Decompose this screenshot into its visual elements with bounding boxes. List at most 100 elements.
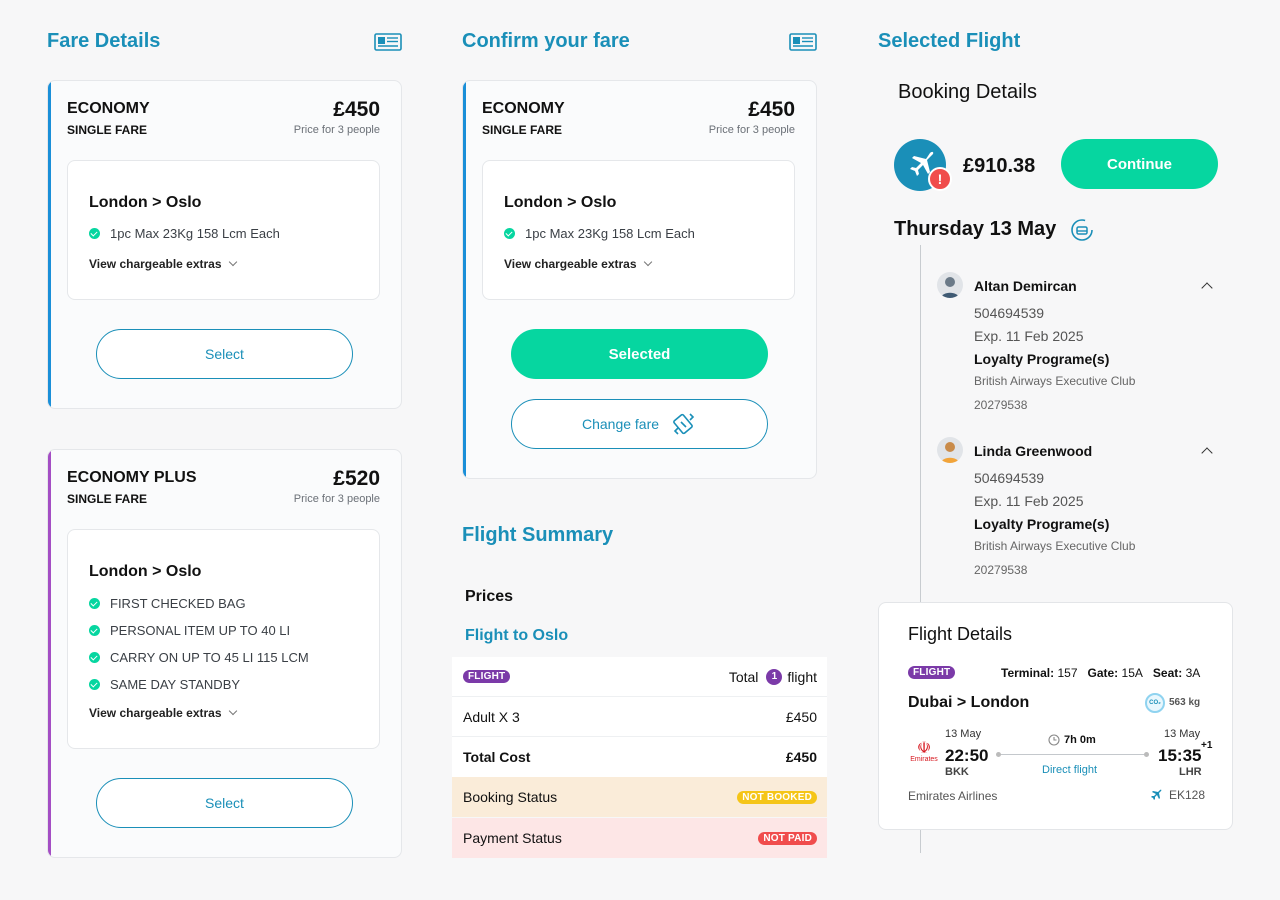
route-dot [1144, 752, 1149, 757]
direct-flight-label: Direct flight [1042, 764, 1098, 776]
loyalty-label: Loyalty Programe(s) [974, 351, 1110, 367]
fare-card-economy-plus[interactable]: ECONOMY PLUS SINGLE FARE £520 Price for … [47, 449, 402, 858]
select-button[interactable]: Select [96, 329, 353, 379]
loyalty-label: Loyalty Programe(s) [974, 516, 1110, 532]
flight-badge: FLIGHT [463, 670, 511, 683]
fare-card-accent [463, 81, 466, 478]
check-icon [89, 652, 100, 663]
fare-feature: 1pc Max 23Kg 158 Lcm Each [504, 226, 695, 241]
booking-status-row: Booking Status NOT BOOKED [452, 777, 827, 817]
fare-card-accent [48, 81, 51, 408]
fare-feature: CARRY ON UP TO 45 LI 115 LCM [89, 650, 309, 665]
summary-adult-row: Adult X 3 £450 [452, 697, 827, 737]
departure-code: BKK [945, 766, 969, 778]
flight-count-badge: 1 [766, 668, 783, 685]
fare-card-accent [48, 450, 51, 857]
emirates-logo: ☫ Emirates [910, 740, 938, 764]
fare-price: £450 [333, 98, 380, 121]
adult-value: £450 [785, 708, 817, 725]
fare-route-box: London > Oslo 1pc Max 23Kg 158 Lcm Each … [67, 160, 380, 300]
fare-name: ECONOMY [67, 100, 150, 117]
route-dot [996, 752, 1001, 757]
fare-rules-icon[interactable] [374, 33, 402, 51]
payment-status-badge: NOT PAID [758, 831, 817, 845]
chevron-down-icon [643, 257, 652, 267]
loyalty-program: British Airways Executive Club [974, 374, 1136, 388]
loyalty-program: British Airways Executive Club [974, 539, 1136, 553]
check-icon [89, 679, 100, 690]
flight-summary-title: Flight Summary [462, 524, 614, 546]
continue-button[interactable]: Continue [1061, 139, 1218, 189]
passenger-name: Altan Demircan [974, 278, 1077, 294]
fare-type: SINGLE FARE [67, 123, 148, 137]
passenger-number: 504694539 [974, 305, 1045, 321]
booking-details-heading: Booking Details [898, 81, 1037, 103]
payment-status-row: Payment Status NOT PAID [452, 818, 827, 858]
terminal-gate-seat: Terminal: 157 Gate: 15A Seat: 3A [1001, 666, 1201, 680]
summary-total-row: Total Cost £450 [452, 737, 827, 777]
route-title: London > Oslo [89, 194, 202, 211]
select-button[interactable]: Select [96, 778, 353, 828]
fare-route-box: London > Oslo FIRST CHECKED BAG PERSONAL… [67, 529, 380, 749]
fare-rules-icon[interactable] [789, 33, 817, 51]
total-flights: Total 1 flight [728, 668, 817, 685]
fare-details-title: Fare Details [47, 30, 161, 52]
fare-route-box: London > Oslo 1pc Max 23Kg 158 Lcm Each … [482, 160, 795, 300]
refresh-seat-icon[interactable] [1070, 218, 1094, 242]
flight-details-card: Flight Details FLIGHT Terminal: 157 Gate… [878, 602, 1233, 830]
selected-flight-title: Selected Flight [878, 30, 1021, 52]
chevron-down-icon [228, 706, 237, 716]
fare-name: ECONOMY [482, 100, 565, 117]
view-extras-link[interactable]: View chargeable extras [504, 257, 652, 271]
departure-time: 22:50 [945, 746, 989, 765]
route-title: London > Oslo [504, 194, 617, 211]
passenger-name: Linda Greenwood [974, 443, 1093, 459]
fare-feature: 1pc Max 23Kg 158 Lcm Each [89, 226, 280, 241]
arrival-code: LHR [1179, 766, 1202, 778]
change-ticket-icon [673, 413, 695, 435]
check-icon [89, 598, 100, 609]
flight-details-title: Flight Details [908, 624, 1013, 644]
selected-button[interactable]: Selected [511, 329, 768, 379]
fare-type: SINGLE FARE [67, 492, 148, 506]
arrival-date: 13 May [1164, 728, 1201, 740]
total-cost-value: £450 [785, 749, 817, 765]
fare-price-note: Price for 3 people [293, 493, 380, 505]
flight-route: Dubai > London [908, 694, 1030, 711]
chevron-down-icon [228, 257, 237, 267]
co2-value: 563 kg [1169, 697, 1201, 708]
airline-name: Emirates Airlines [908, 789, 998, 803]
avatar [937, 437, 963, 463]
passenger-number: 504694539 [974, 470, 1045, 486]
route-line [998, 754, 1148, 755]
fare-card-economy[interactable]: ECONOMY SINGLE FARE £450 Price for 3 peo… [47, 80, 402, 409]
check-icon [89, 228, 100, 239]
route-title: London > Oslo [89, 563, 202, 580]
view-extras-link[interactable]: View chargeable extras [89, 257, 237, 271]
confirm-fare-title: Confirm your fare [462, 30, 630, 52]
check-icon [89, 625, 100, 636]
fare-price-note: Price for 3 people [293, 124, 380, 136]
avatar [937, 272, 963, 298]
total-cost-label: Total Cost [463, 749, 531, 765]
fare-name: ECONOMY PLUS [67, 469, 197, 486]
flight-badge: FLIGHT [908, 666, 956, 679]
flight-date: Thursday 13 May [894, 218, 1057, 240]
fare-feature: FIRST CHECKED BAG [89, 596, 246, 611]
chevron-up-icon[interactable] [1201, 447, 1213, 459]
fare-feature: SAME DAY STANDBY [89, 677, 240, 692]
fare-price: £450 [748, 98, 795, 121]
prices-label: Prices [465, 588, 514, 605]
alert-icon: ! [928, 167, 952, 191]
view-extras-link[interactable]: View chargeable extras [89, 706, 237, 720]
loyalty-number: 20279538 [974, 563, 1028, 577]
booking-status-badge: NOT BOOKED [737, 790, 817, 804]
change-fare-button[interactable]: Change fare [511, 399, 768, 449]
booking-status-label: Booking Status [463, 789, 558, 805]
flight-duration: 7h 0m [1048, 734, 1096, 746]
departure-date: 13 May [945, 728, 982, 740]
chevron-up-icon[interactable] [1201, 282, 1213, 294]
arrival-plus-day: +1 [1201, 740, 1213, 751]
fare-price-note: Price for 3 people [708, 124, 795, 136]
check-icon [504, 228, 515, 239]
